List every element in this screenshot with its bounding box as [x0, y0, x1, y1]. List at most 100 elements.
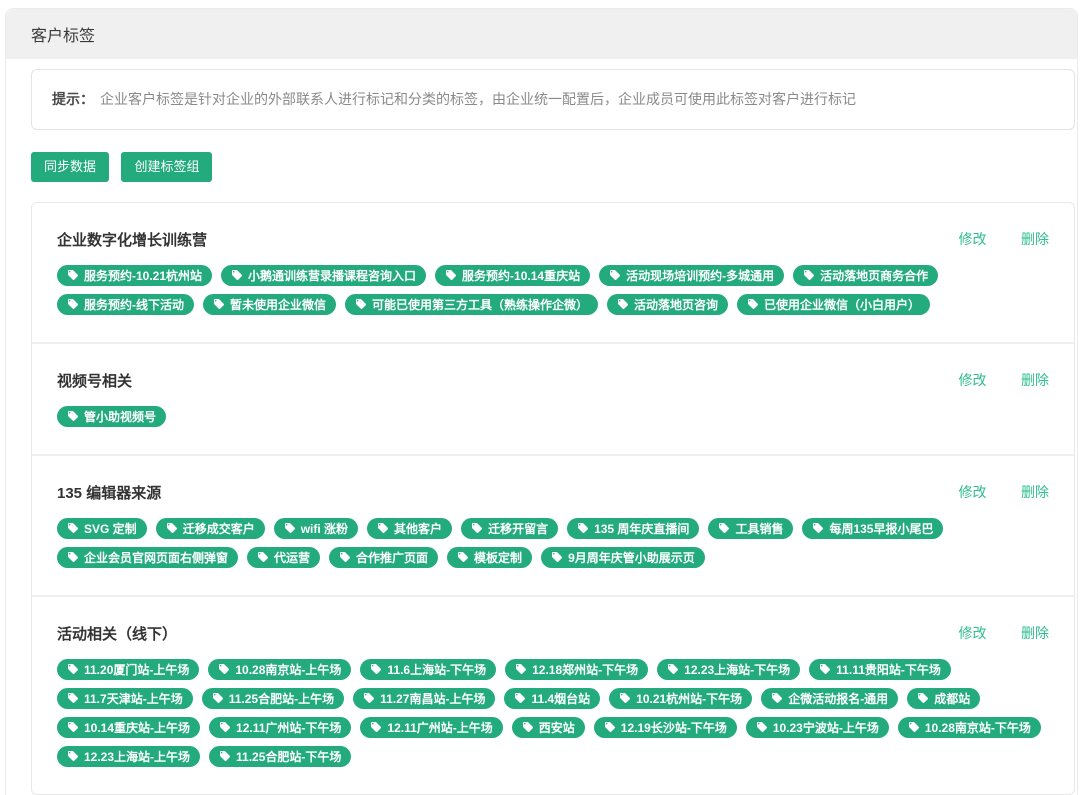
tag-pill[interactable]: 12.11广州站-上午场	[360, 716, 503, 738]
delete-group-link[interactable]: 删除	[1021, 484, 1049, 500]
tag-pill[interactable]: 10.28南京站-下午场	[897, 716, 1041, 738]
tag-pill[interactable]: 12.18郑州站-下午场	[505, 658, 649, 680]
tag-group-actions: 修改 删除	[929, 229, 1049, 249]
tag-icon	[472, 523, 483, 534]
tag-label: 10.28南京站-上午场	[235, 662, 342, 677]
tag-icon	[68, 722, 78, 733]
edit-group-link[interactable]: 修改	[959, 372, 987, 388]
tag-pill[interactable]: 12.19长沙站-下午场	[593, 716, 737, 738]
delete-group-link[interactable]: 删除	[1021, 231, 1049, 247]
tag-label: 11.25合肥站-上午场	[228, 691, 335, 706]
tag-group-header: 企业数字化增长训练营 修改 删除	[57, 229, 1049, 250]
tag-pill[interactable]: 迁移开留言	[461, 517, 559, 539]
edit-group-link[interactable]: 修改	[959, 625, 987, 641]
tag-pill[interactable]: 迁移成交客户	[155, 517, 265, 539]
tag-pill[interactable]: 10.23宁波站-上午场	[745, 716, 889, 738]
edit-group-link[interactable]: 修改	[959, 231, 987, 247]
tag-pill[interactable]: 可能已使用第三方工具（熟练操作企微）	[345, 293, 599, 315]
tag-pill[interactable]: 服务预约-线下活动	[57, 293, 194, 315]
tag-pill[interactable]: 12.23上海站-下午场	[657, 658, 801, 680]
sync-data-button[interactable]: 同步数据	[31, 151, 110, 182]
tag-pill[interactable]: 企微活动报名-通用	[761, 687, 899, 709]
tag-pill[interactable]: 9月周年庆管小助展示页	[541, 546, 705, 568]
tip-label: 提示：	[52, 91, 94, 107]
tag-pill[interactable]: 模板定制	[447, 546, 533, 568]
tag-pill[interactable]: 11.4烟台站	[504, 687, 601, 709]
tip-text: 企业客户标签是针对企业的外部联系人进行标记和分类的标签，由企业统一配置后，企业成…	[100, 91, 856, 107]
tag-pill[interactable]: 10.14重庆站-上午场	[57, 716, 201, 738]
tag-label: 11.25合肥站-下午场	[236, 749, 342, 764]
tag-group: 企业数字化增长训练营 修改 删除 服务预约-10.21杭州站 小鹅通训练营录播课…	[32, 203, 1074, 344]
tag-pill[interactable]: 11.11贵阳站-下午场	[809, 658, 951, 680]
tag-icon	[578, 523, 589, 534]
tag-label: 12.11广州站-下午场	[236, 720, 342, 735]
tag-pill[interactable]: wifi 涨粉	[273, 517, 359, 539]
tag-group-title: 活动相关（线下）	[57, 625, 178, 643]
tag-icon	[166, 523, 177, 534]
tag-icon	[804, 270, 815, 281]
tag-group-header: 视频号相关 修改 删除	[57, 370, 1049, 391]
tag-group-actions: 修改 删除	[929, 370, 1049, 390]
tag-pill[interactable]: 11.27南昌站-上午场	[353, 687, 496, 709]
tag-group-title: 企业数字化增长训练营	[57, 231, 208, 249]
tag-icon	[604, 722, 615, 733]
tag-label: 11.27南昌站-上午场	[380, 691, 486, 706]
tag-pill[interactable]: 11.6上海站-下午场	[360, 658, 497, 680]
tag-pill[interactable]: 活动现场培训预约-多城通用	[599, 264, 785, 286]
tag-pill[interactable]: 每周135早报小尾巴	[802, 517, 944, 539]
tag-pill[interactable]: 合作推广页面	[329, 546, 439, 568]
tag-icon	[371, 722, 382, 733]
tag-pill[interactable]: 其他客户	[367, 517, 453, 539]
tag-pill[interactable]: 代运营	[247, 546, 321, 568]
tag-label: 活动落地页商务合作	[820, 268, 929, 283]
tag-list: 11.20厦门站-上午场 10.28南京站-上午场 11.6上海站-下午场 12…	[57, 658, 1049, 767]
tag-group-header: 活动相关（线下） 修改 删除	[57, 623, 1049, 644]
tag-group-header: 135 编辑器来源 修改 删除	[57, 482, 1049, 503]
tag-icon	[756, 722, 767, 733]
tag-pill[interactable]: 10.28南京站-上午场	[208, 658, 352, 680]
tag-pill[interactable]: 11.25合肥站-下午场	[209, 745, 352, 767]
tag-pill[interactable]: 西安站	[511, 716, 585, 738]
create-tag-group-button[interactable]: 创建标签组	[121, 151, 213, 182]
tag-icon	[364, 693, 375, 704]
tag-group-list: 企业数字化增长训练营 修改 删除 服务预约-10.21杭州站 小鹅通训练营录播课…	[32, 203, 1074, 794]
tag-icon	[620, 693, 631, 704]
tag-pill[interactable]: 12.11广州站-下午场	[209, 716, 352, 738]
tag-pill[interactable]: 11.25合肥站-上午场	[201, 687, 345, 709]
tag-pill[interactable]: 11.20厦门站-上午场	[57, 658, 200, 680]
tag-icon	[515, 693, 526, 704]
tag-label: 服务预约-10.21杭州站	[84, 268, 203, 283]
tag-pill[interactable]: 服务预约-10.14重庆站	[435, 264, 591, 286]
tag-pill[interactable]: 活动落地页咨询	[607, 293, 729, 315]
page-body: 提示： 企业客户标签是针对企业的外部联系人进行标记和分类的标签，由企业统一配置后，…	[6, 59, 1077, 795]
tag-pill[interactable]: 135 周年庆直播间	[567, 517, 700, 539]
tag-pill[interactable]: 11.7天津站-上午场	[57, 687, 193, 709]
tag-icon	[618, 299, 629, 310]
edit-group-link[interactable]: 修改	[959, 484, 987, 500]
tag-pill[interactable]: 工具销售	[708, 517, 794, 539]
tag-pill[interactable]: 12.23上海站-上午场	[57, 745, 201, 767]
delete-group-link[interactable]: 删除	[1021, 625, 1049, 641]
tag-pill[interactable]: 10.21杭州站-下午场	[609, 687, 753, 709]
tag-label: 暂未使用企业微信	[230, 297, 327, 312]
tag-label: 已使用企业微信（小白用户）	[764, 297, 921, 312]
tag-pill[interactable]: 小鹅通训练营录播课程咨询入口	[221, 264, 427, 286]
tag-label: 11.11贵阳站-下午场	[836, 662, 941, 677]
tag-pill[interactable]: 暂未使用企业微信	[203, 293, 337, 315]
tag-label: 12.23上海站-上午场	[84, 749, 191, 764]
page-header: 客户标签	[6, 9, 1077, 59]
tag-group: 135 编辑器来源 修改 删除 SVG 定制 迁移成交客户 wifi 涨粉 其他…	[32, 456, 1074, 597]
tag-group-actions: 修改 删除	[929, 623, 1049, 643]
tag-label: 12.23上海站-下午场	[684, 662, 791, 677]
tag-group: 视频号相关 修改 删除 管小助视频号	[32, 344, 1074, 456]
tag-pill[interactable]: SVG 定制	[57, 517, 147, 539]
tag-pill[interactable]: 已使用企业微信（小白用户）	[737, 293, 931, 315]
delete-group-link[interactable]: 删除	[1021, 372, 1049, 388]
tag-pill[interactable]: 企业会员官网页面右侧弹窗	[57, 546, 239, 568]
tag-pill[interactable]: 成都站	[907, 687, 981, 709]
tag-icon	[68, 664, 78, 675]
tag-pill[interactable]: 管小助视频号	[57, 405, 167, 427]
tag-pill[interactable]: 活动落地页商务合作	[793, 264, 939, 286]
tag-icon	[68, 552, 78, 563]
tag-pill[interactable]: 服务预约-10.21杭州站	[57, 264, 213, 286]
